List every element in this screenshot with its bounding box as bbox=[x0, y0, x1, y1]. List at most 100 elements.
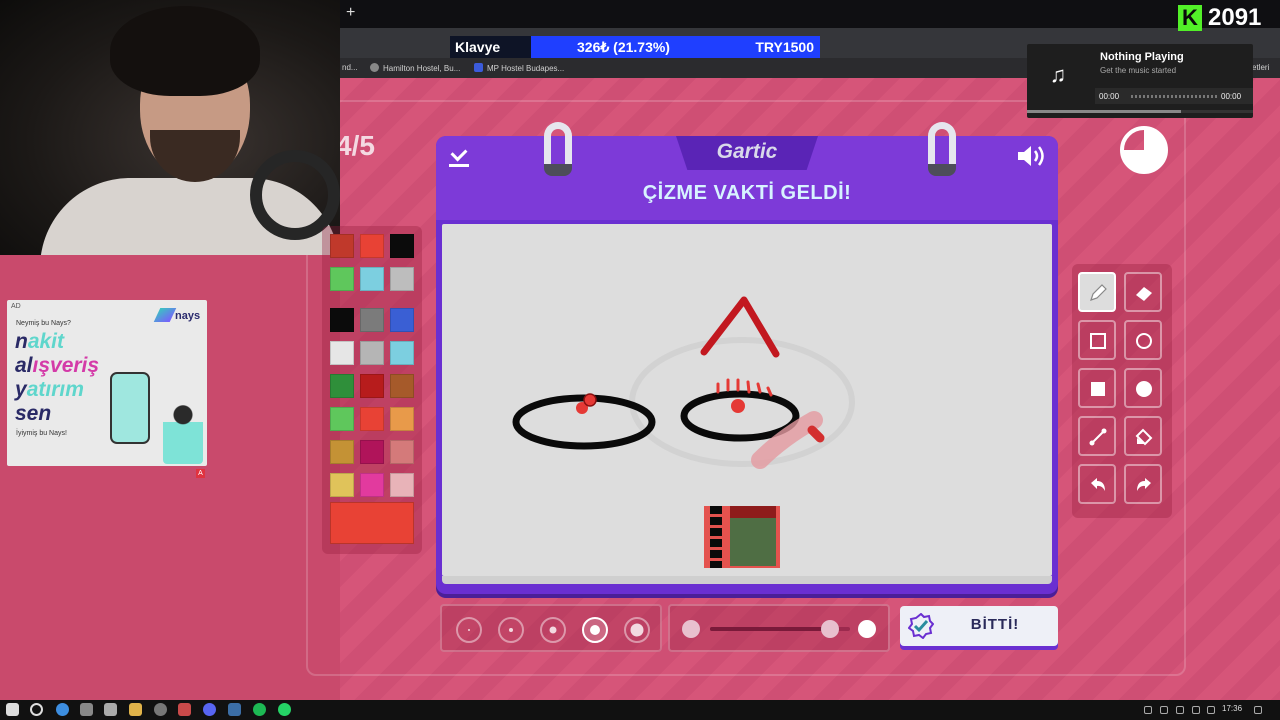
ad-tagline: İyiymiş bu Nays! bbox=[16, 430, 67, 437]
download-button[interactable] bbox=[446, 142, 472, 170]
circle-outline-icon bbox=[1136, 333, 1152, 349]
app-icon[interactable] bbox=[154, 703, 167, 716]
app-icon[interactable] bbox=[104, 703, 117, 716]
color-swatch[interactable] bbox=[390, 407, 414, 431]
bookmark-item[interactable]: etleri bbox=[1252, 63, 1269, 72]
music-widget: ♫ Nothing Playing Get the music started … bbox=[1027, 44, 1253, 118]
app-icon[interactable] bbox=[80, 703, 93, 716]
color-swatch[interactable] bbox=[330, 234, 354, 258]
fill-bucket-icon bbox=[1135, 428, 1153, 446]
music-timeline: 00:00 00:00 bbox=[1095, 88, 1253, 104]
fill-bucket-tool[interactable] bbox=[1124, 416, 1162, 456]
drawing-canvas[interactable] bbox=[442, 224, 1052, 576]
current-color-swatch bbox=[330, 502, 414, 544]
brush-size-dot-icon bbox=[468, 629, 470, 631]
redo-button[interactable] bbox=[1124, 464, 1162, 504]
color-swatch[interactable] bbox=[330, 374, 354, 398]
color-swatch[interactable] bbox=[330, 267, 354, 291]
color-swatch[interactable] bbox=[390, 374, 414, 398]
tray-arrow-icon[interactable] bbox=[1144, 706, 1152, 714]
discord-icon[interactable] bbox=[203, 703, 216, 716]
brush-size-button[interactable] bbox=[582, 617, 608, 643]
color-swatch[interactable] bbox=[330, 407, 354, 431]
pencil-tool[interactable] bbox=[1078, 272, 1116, 312]
new-tab-button[interactable]: + bbox=[346, 4, 355, 22]
circle-outline-tool[interactable] bbox=[1124, 320, 1162, 360]
nays-logo-icon bbox=[153, 308, 177, 322]
bookmark-item[interactable]: MP Hostel Budapes... bbox=[474, 63, 564, 73]
undo-icon bbox=[1091, 478, 1105, 491]
brush-size-button[interactable] bbox=[540, 617, 566, 643]
advertisement[interactable]: AD nays Neymiş bu Nays? nakit alışveriş … bbox=[7, 300, 207, 466]
drawn-stroke bbox=[730, 506, 776, 518]
rectangle-fill-icon bbox=[1091, 382, 1105, 396]
brush-size-button[interactable] bbox=[498, 617, 524, 643]
tray-icon[interactable] bbox=[1160, 706, 1168, 714]
start-icon[interactable] bbox=[6, 703, 19, 716]
tool-panel bbox=[1072, 264, 1172, 518]
color-swatch[interactable] bbox=[330, 440, 354, 464]
brush-size-dot-icon bbox=[549, 626, 557, 634]
rectangle-fill-tool[interactable] bbox=[1078, 368, 1116, 408]
undo-button[interactable] bbox=[1078, 464, 1116, 504]
microphone-icon[interactable] bbox=[1176, 706, 1184, 714]
spotify-icon[interactable] bbox=[253, 703, 266, 716]
bookmark-item[interactable]: nd... bbox=[342, 63, 358, 72]
whatsapp-icon[interactable] bbox=[278, 703, 291, 716]
rectangle-outline-tool[interactable] bbox=[1078, 320, 1116, 360]
brush-size-button[interactable] bbox=[624, 617, 650, 643]
taskbar-clock[interactable]: 17:36 bbox=[1222, 704, 1242, 713]
opacity-slider-handle[interactable] bbox=[821, 620, 840, 638]
chrome-icon[interactable] bbox=[56, 703, 69, 716]
color-swatch[interactable] bbox=[360, 473, 384, 497]
done-button[interactable]: BİTTİ! bbox=[900, 606, 1058, 646]
binder-ring-icon bbox=[544, 122, 572, 176]
bookmark-item[interactable]: Hamilton Hostel, Bu... bbox=[370, 63, 460, 73]
eraser-tool[interactable] bbox=[1124, 272, 1162, 312]
color-swatch[interactable] bbox=[330, 308, 354, 332]
color-palette bbox=[322, 226, 422, 554]
ad-word: yatırım bbox=[15, 378, 84, 401]
sound-button[interactable] bbox=[1016, 144, 1048, 168]
circle-fill-tool[interactable] bbox=[1124, 368, 1162, 408]
webcam-overlay bbox=[0, 0, 340, 255]
color-swatch[interactable] bbox=[390, 308, 414, 332]
brush-cursor-icon bbox=[583, 393, 597, 407]
brush-size-button[interactable] bbox=[456, 617, 482, 643]
app-icon[interactable] bbox=[178, 703, 191, 716]
ad-brand: nays bbox=[175, 310, 201, 322]
donation-goal: TRY1500 bbox=[755, 39, 814, 55]
color-swatch[interactable] bbox=[360, 234, 384, 258]
music-subtitle: Get the music started bbox=[1100, 66, 1177, 75]
redo-icon bbox=[1137, 478, 1151, 491]
round-timer-icon bbox=[1120, 126, 1168, 174]
color-swatch[interactable] bbox=[390, 341, 414, 365]
color-swatch[interactable] bbox=[360, 308, 384, 332]
music-track bbox=[1131, 95, 1217, 98]
color-swatch[interactable] bbox=[390, 267, 414, 291]
ad-choices-icon[interactable]: A bbox=[196, 469, 205, 478]
board-title: ÇİZME VAKTİ GELDİ! bbox=[642, 182, 852, 204]
color-swatch[interactable] bbox=[360, 341, 384, 365]
donation-progress: 326₺ (21.73%) TRY1500 bbox=[531, 36, 820, 58]
color-swatch[interactable] bbox=[390, 473, 414, 497]
network-icon[interactable] bbox=[1192, 706, 1200, 714]
windows-taskbar: 17:36 bbox=[0, 700, 1280, 720]
color-swatch[interactable] bbox=[360, 440, 384, 464]
color-swatch[interactable] bbox=[360, 374, 384, 398]
steam-icon[interactable] bbox=[228, 703, 241, 716]
color-swatch[interactable] bbox=[390, 440, 414, 464]
color-swatch[interactable] bbox=[360, 407, 384, 431]
folder-icon[interactable] bbox=[129, 703, 142, 716]
kick-logo-icon: K bbox=[1178, 5, 1202, 31]
rectangle-outline-icon bbox=[1090, 333, 1106, 349]
volume-icon[interactable] bbox=[1207, 706, 1215, 714]
color-swatch[interactable] bbox=[330, 341, 354, 365]
line-tool[interactable] bbox=[1078, 416, 1116, 456]
color-swatch[interactable] bbox=[360, 267, 384, 291]
color-swatch[interactable] bbox=[330, 473, 354, 497]
color-swatch[interactable] bbox=[390, 234, 414, 258]
ad-word: sen bbox=[15, 402, 52, 425]
notification-icon[interactable] bbox=[1254, 706, 1262, 714]
search-icon[interactable] bbox=[30, 703, 43, 716]
